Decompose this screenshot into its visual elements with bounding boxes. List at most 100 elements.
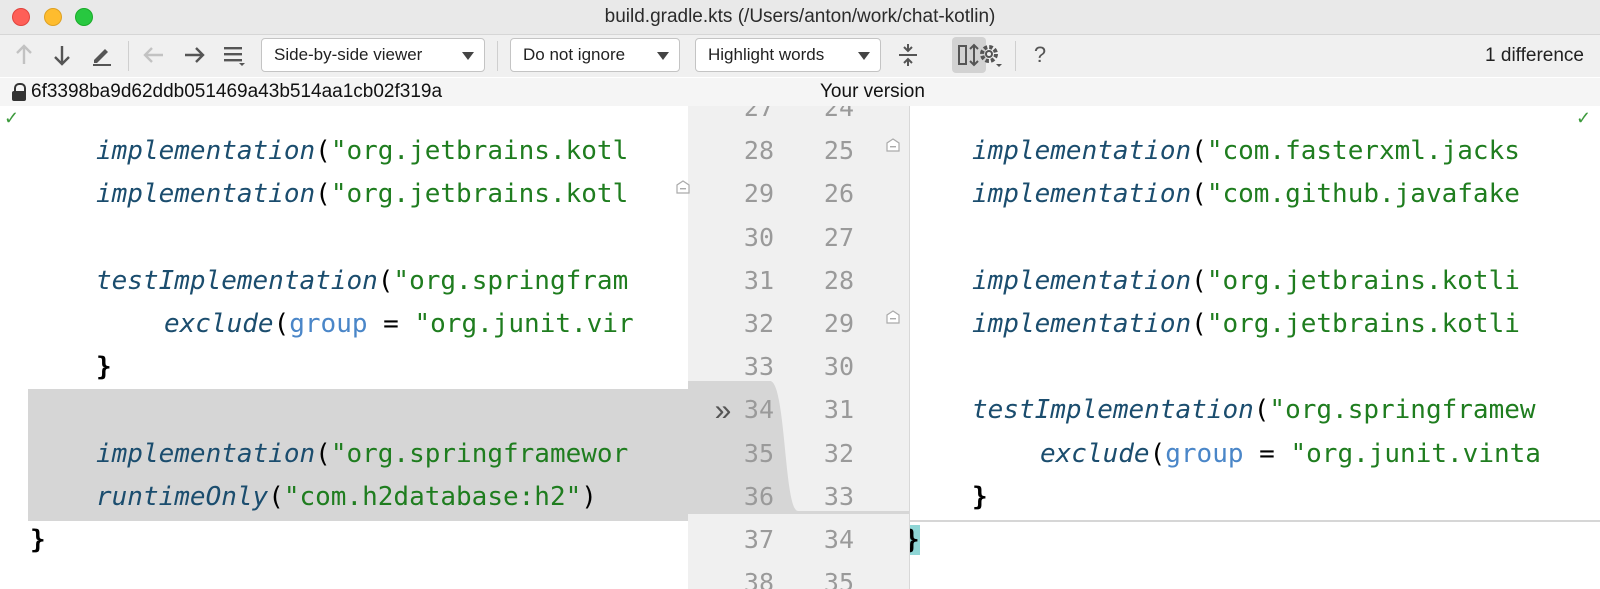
arrow-up-icon[interactable] — [8, 39, 40, 71]
edit-pencil-icon[interactable] — [86, 39, 118, 71]
right-line-number: 27 — [823, 222, 854, 252]
closing-brace: } — [30, 525, 46, 555]
function-name: implementation — [96, 438, 316, 469]
code-line[interactable]: testImplementation("org.springframew — [972, 388, 1536, 432]
changed-block-right-marker — [910, 520, 1600, 522]
list-menu-icon[interactable] — [218, 39, 250, 71]
difference-count: 1 difference — [1485, 45, 1584, 66]
left-line-number: 37 — [743, 525, 774, 554]
right-editor-pane[interactable]: ✓ implementation("com.fasterxml.jacks imp… — [910, 106, 1600, 589]
check-icon: ✓ — [4, 108, 20, 128]
left-line-number: 33 — [743, 352, 774, 382]
code-line[interactable]: runtimeOnly("com.h2database:h2") — [96, 475, 597, 519]
paren: ) — [581, 481, 597, 512]
function-name: implementation — [972, 179, 1192, 210]
right-line-number: 35 — [823, 568, 854, 589]
string-literal: "org.springframewor — [330, 438, 629, 469]
left-line-number: 27 — [743, 106, 774, 122]
apply-change-arrow-icon[interactable]: » — [708, 389, 738, 433]
diff-toolbar: Side-by-side viewer Do not ignore Highli… — [0, 35, 1600, 77]
code-line[interactable]: testImplementation("org.springfram — [96, 259, 628, 303]
paren: ( — [1191, 179, 1207, 210]
code-line[interactable]: implementation("org.jetbrains.kotli — [972, 302, 1520, 346]
code-line[interactable]: } — [972, 475, 988, 519]
code-line[interactable]: implementation("com.fasterxml.jacks — [972, 129, 1520, 173]
string-literal: "org.springframew — [1269, 395, 1536, 426]
toolbar-separator — [497, 41, 498, 71]
paren: ( — [1191, 136, 1207, 167]
code-line[interactable]: implementation("org.jetbrains.kotli — [972, 259, 1520, 303]
help-icon[interactable]: ? — [1024, 39, 1056, 71]
arrow-left-icon[interactable] — [138, 39, 170, 71]
string-literal: "org.jetbrains.kotl — [330, 136, 629, 167]
chevron-down-icon — [462, 52, 474, 60]
collapse-unchanged-icon[interactable] — [892, 39, 924, 71]
right-line-number: 32 — [823, 438, 854, 468]
function-name: exclude — [164, 309, 274, 339]
named-argument: group — [289, 309, 368, 339]
code-line[interactable]: } — [96, 345, 112, 389]
left-line-number: 31 — [743, 265, 774, 295]
function-name: implementation — [96, 179, 316, 210]
string-literal: "org.junit.vinta — [1290, 438, 1541, 469]
left-line-number: 38 — [743, 568, 774, 589]
toolbar-separator — [1015, 41, 1016, 71]
code-line[interactable]: implementation("org.springframewor — [96, 432, 628, 476]
named-argument: group — [1165, 438, 1244, 469]
left-line-number: 30 — [743, 222, 774, 252]
code-line[interactable]: } — [910, 518, 920, 562]
right-line-number: 28 — [823, 265, 854, 295]
code-line[interactable]: } — [30, 518, 46, 562]
paren: ( — [273, 309, 290, 339]
code-line[interactable]: implementation("org.jetbrains.kotl — [96, 172, 628, 216]
fold-marker-icon[interactable] — [676, 180, 690, 194]
string-literal: "org.jetbrains.kotl — [330, 179, 629, 210]
fold-marker-icon[interactable] — [886, 138, 900, 152]
operator: = — [1243, 438, 1291, 469]
whitespace-ignore-select[interactable]: Do not ignore — [510, 38, 680, 72]
function-name: implementation — [972, 265, 1192, 296]
code-line[interactable]: implementation("com.github.javafake — [972, 172, 1520, 216]
function-name: runtimeOnly — [96, 481, 269, 512]
string-literal: "com.h2database:h2" — [283, 481, 582, 512]
string-literal: "org.junit.vir — [414, 309, 634, 339]
highlight-mode-value: Highlight words — [708, 45, 825, 64]
right-line-number: 34 — [823, 525, 854, 554]
right-line-number: 30 — [823, 352, 854, 382]
arrow-right-icon[interactable] — [178, 39, 210, 71]
paren: ( — [1191, 265, 1207, 296]
paren: ( — [1253, 395, 1270, 426]
whitespace-ignore-value: Do not ignore — [523, 45, 626, 64]
left-line-number: 32 — [743, 309, 774, 338]
caret-brace: } — [910, 525, 920, 555]
diff-editor: ✓ implementation("org.jetbrains.kotl impl… — [0, 106, 1600, 589]
function-name: implementation — [972, 136, 1192, 167]
arrow-down-icon[interactable] — [46, 39, 78, 71]
left-line-number: 35 — [743, 438, 774, 468]
right-line-number: 26 — [823, 179, 854, 209]
fold-marker-icon[interactable] — [886, 310, 900, 324]
right-line-number: 24 — [823, 106, 854, 122]
code-line[interactable]: implementation("org.jetbrains.kotl — [96, 129, 628, 173]
string-literal: "com.fasterxml.jacks — [1206, 136, 1520, 167]
window-title: build.gradle.kts (/Users/anton/work/chat… — [604, 6, 996, 27]
closing-brace: } — [972, 481, 988, 512]
chevron-down-icon — [657, 52, 669, 60]
code-line[interactable]: exclude(group = "org.junit.vir — [164, 302, 634, 346]
function-name: testImplementation — [972, 395, 1254, 426]
code-line[interactable]: exclude(group = "org.junit.vinta — [1040, 432, 1541, 476]
function-name: testImplementation — [96, 265, 378, 296]
closing-brace: } — [96, 352, 112, 383]
string-literal: "org.jetbrains.kotli — [1206, 309, 1520, 339]
paren: ( — [268, 481, 284, 512]
string-literal: "org.springfram — [393, 265, 629, 296]
left-line-number: 28 — [743, 136, 774, 166]
left-editor-pane[interactable]: ✓ implementation("org.jetbrains.kotl impl… — [0, 106, 688, 589]
viewer-mode-select[interactable]: Side-by-side viewer — [261, 38, 485, 72]
toolbar-separator — [128, 41, 129, 71]
gear-icon[interactable] — [974, 39, 1006, 71]
function-name: implementation — [96, 136, 316, 167]
chevron-down-icon — [858, 52, 870, 60]
highlight-mode-select[interactable]: Highlight words — [695, 38, 881, 72]
paren: ( — [315, 438, 331, 469]
